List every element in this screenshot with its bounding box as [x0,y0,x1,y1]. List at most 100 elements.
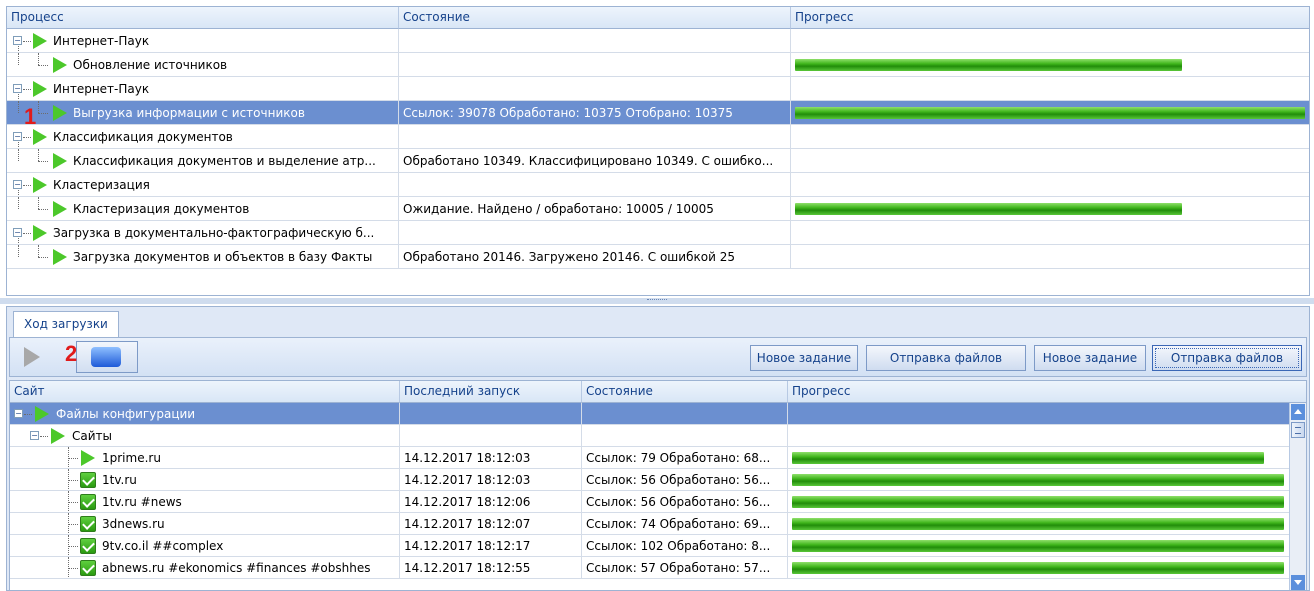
last-run-cell [400,425,582,447]
play-icon [33,81,47,97]
state-cell [399,221,791,245]
start-button[interactable] [16,342,48,372]
site-cell: abnews.ru #ekonomics #finances #obshhes [10,557,400,579]
progress-cell [791,53,1309,77]
process-cell: − Интернет-Паук [7,77,399,101]
tree-line [38,257,48,258]
send-files-button[interactable]: Отправка файлов [866,345,1026,371]
collapse-icon[interactable]: − [13,132,22,141]
last-run-cell: 14.12.2017 18:12:55 [400,557,582,579]
collapse-icon[interactable]: − [13,36,22,45]
new-task-button[interactable]: Новое задание [750,345,858,371]
tree-line [18,190,19,196]
tree-line [68,568,78,569]
site-row[interactable]: 1tv.ru #news 14.12.2017 18:12:06 Ссылок: 5… [10,491,1290,513]
last-run-cell: 14.12.2017 18:12:17 [400,535,582,557]
new-task-button-2[interactable]: Новое задание [1034,345,1146,371]
tree-line [38,65,48,66]
progress-cell [788,425,1290,447]
splitter-grip[interactable] [647,299,667,302]
site-name: abnews.ru #ekonomics #finances #obshhes [102,561,371,575]
process-row[interactable]: Выгрузка информации с источников Ссылок: … [7,101,1309,125]
site-cell: 9tv.co.il ##complex [10,535,400,557]
state-cell: Ссылок: 57 Обработано: 57... [582,557,788,579]
annotation-marker-2: 2 [65,341,78,366]
collapse-icon[interactable]: − [30,431,39,440]
process-row[interactable]: − Интернет-Паук [7,77,1309,101]
process-row[interactable]: Обновление источников [7,53,1309,77]
column-header-process[interactable]: Процесс [7,7,399,29]
site-name: 9tv.co.il ##complex [102,539,224,553]
site-name: 3dnews.ru [102,517,165,531]
state-cell: Ссылок: 56 Обработано: 56... [582,491,788,513]
state-cell: Ссылок: 102 Обработано: 8... [582,535,788,557]
vertical-scrollbar[interactable] [1289,403,1306,590]
splitter[interactable] [0,298,1314,304]
state-cell [399,77,791,101]
site-row[interactable]: 1tv.ru 14.12.2017 18:12:03 Ссылок: 56 Обра… [10,469,1290,491]
progress-cell [788,557,1290,579]
checkbox-checked-icon[interactable] [80,494,96,510]
sites-grid[interactable]: Сайт Последний запуск Состояние Прогресс… [9,380,1307,591]
send-files-button-2[interactable]: Отправка файлов [1152,345,1302,371]
collapse-icon[interactable]: − [13,84,22,93]
scroll-down-icon[interactable] [1291,575,1305,590]
column-header-site[interactable]: Сайт [10,381,400,403]
site-name: 1prime.ru [102,451,161,465]
column-header-progress[interactable]: Прогресс [791,7,1309,29]
state-cell: Ссылок: 74 Обработано: 69... [582,513,788,535]
site-cell: − Файлы конфигурации [10,403,400,425]
checkbox-checked-icon[interactable] [80,538,96,554]
state-cell: Ссылок: 39078 Обработано: 10375 Отобрано… [399,101,791,125]
process-row[interactable]: Кластеризация документов Ожидание. Найден… [7,197,1309,221]
site-cell: 1tv.ru [10,469,400,491]
site-row[interactable]: 9tv.co.il ##complex 14.12.2017 18:12:17 Сс… [10,535,1290,557]
process-cell: − Интернет-Паук [7,29,399,53]
tree-line [18,197,19,209]
tree-line [40,436,48,437]
progress-cell [791,149,1309,173]
column-header-state[interactable]: Состояние [399,7,791,29]
checkbox-checked-icon[interactable] [80,516,96,532]
state-cell: Ссылок: 79 Обработано: 68... [582,447,788,469]
process-row[interactable]: Загрузка документов и объектов в базу Фа… [7,245,1309,269]
progress-cell [791,101,1309,125]
site-row[interactable]: − Файлы конфигурации [10,403,1290,425]
collapse-icon[interactable]: − [13,228,22,237]
stop-button[interactable] [76,341,138,373]
site-cell: 1tv.ru #news [10,491,400,513]
scroll-thumb[interactable] [1291,422,1305,438]
play-icon [35,406,49,422]
process-cell: Кластеризация документов [7,197,399,221]
checkbox-checked-icon[interactable] [80,472,96,488]
collapse-icon[interactable]: − [13,180,22,189]
progress-bar [795,59,1182,71]
tree-line [38,245,39,257]
site-cell: 1prime.ru [10,447,400,469]
site-cell: − Сайты [10,425,400,447]
scroll-up-icon[interactable] [1291,404,1305,420]
process-row[interactable]: − Загрузка в документально-фактографическ… [7,221,1309,245]
process-row[interactable]: Классификация документов и выделение атр… [7,149,1309,173]
last-run-cell: 14.12.2017 18:12:07 [400,513,582,535]
checkbox-checked-icon[interactable] [80,560,96,576]
process-row[interactable]: − Классификация документов [7,125,1309,149]
site-row[interactable]: 1prime.ru 14.12.2017 18:12:03 Ссылок: 79 О… [10,447,1290,469]
tree-line [38,209,48,210]
column-header-progress[interactable]: Прогресс [788,381,1306,403]
process-row[interactable]: − Кластеризация [7,173,1309,197]
collapse-icon[interactable]: − [14,409,23,418]
progress-bar [792,496,1284,508]
site-name: 1tv.ru #news [102,495,182,509]
site-row[interactable]: − Сайты [10,425,1290,447]
site-row[interactable]: 3dnews.ru 14.12.2017 18:12:07 Ссылок: 74 О… [10,513,1290,535]
process-row[interactable]: − Интернет-Паук [7,29,1309,53]
process-name: Обновление источников [73,58,228,72]
tree-line [68,546,78,547]
column-header-last-run[interactable]: Последний запуск [400,381,582,403]
tab-loading-progress[interactable]: Ход загрузки [13,311,119,337]
process-grid[interactable]: Процесс Состояние Прогресс − Интернет-Пау… [6,6,1310,296]
process-name: Кластеризация документов [73,202,250,216]
site-row[interactable]: abnews.ru #ekonomics #finances #obshhes 1… [10,557,1290,579]
column-header-state[interactable]: Состояние [582,381,788,403]
